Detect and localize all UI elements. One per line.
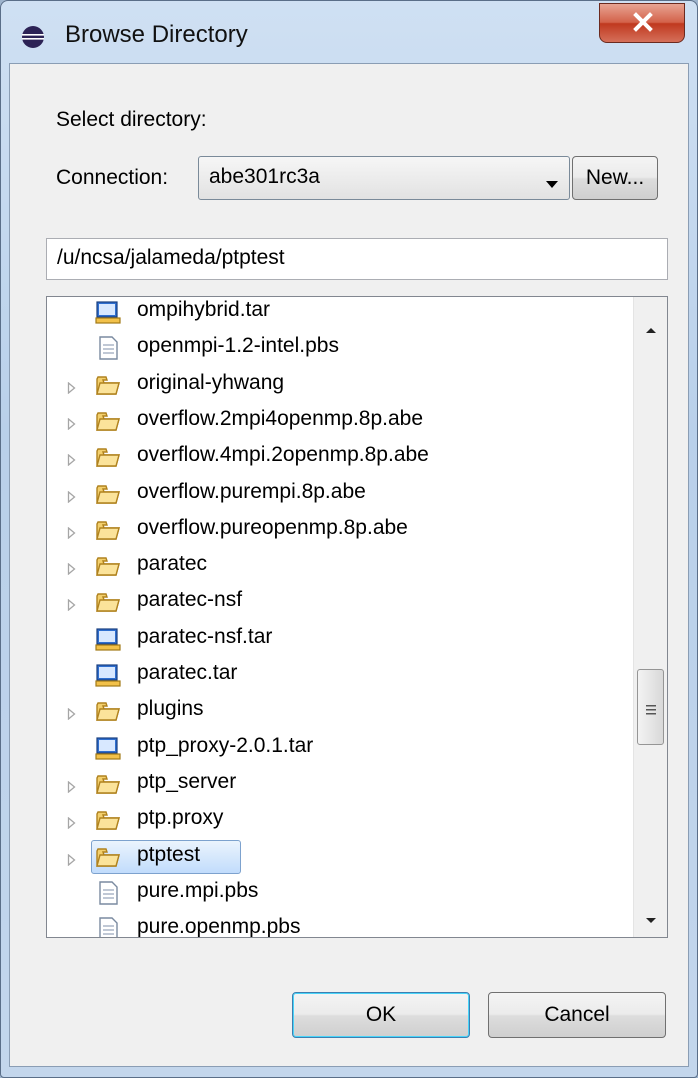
expand-arrow-icon[interactable] — [67, 596, 76, 615]
scroll-down-icon[interactable] — [645, 909, 657, 928]
tree-item-label: paratec-nsf.tar — [137, 624, 273, 648]
scrollbar-thumb[interactable] — [637, 669, 664, 745]
expand-arrow-icon[interactable] — [67, 851, 76, 870]
new-connection-button[interactable]: New... — [572, 156, 658, 200]
connection-label: Connection: — [56, 166, 169, 189]
tree-row[interactable]: original-yhwang — [47, 368, 633, 402]
tree-item-label: ptp_server — [137, 769, 237, 793]
tree-row[interactable]: ptp_server — [47, 767, 633, 801]
cancel-button[interactable]: Cancel — [488, 992, 666, 1038]
chevron-down-icon — [545, 174, 559, 193]
directory-tree[interactable]: ompihybrid.tar openmpi-1.2-intel.pbs origi… — [46, 296, 668, 938]
vertical-scrollbar[interactable] — [633, 297, 667, 937]
file-icon — [95, 335, 121, 361]
tree-item-label: paratec — [137, 552, 208, 576]
folder-icon — [95, 807, 121, 833]
eclipse-icon — [21, 25, 45, 49]
connection-select[interactable]: abe301rc3a — [198, 156, 570, 200]
tree-item-label: plugins — [137, 697, 204, 721]
title-bar[interactable]: Browse Directory — [1, 1, 697, 63]
folder-icon — [95, 444, 121, 470]
tree-item-label: original-yhwang — [137, 370, 285, 394]
scroll-up-icon[interactable] — [645, 319, 657, 338]
folder-icon — [95, 408, 121, 434]
folder-icon — [95, 771, 121, 797]
browse-directory-window: Browse Directory Select directory: Conne… — [0, 0, 698, 1078]
tree-item-label: pure.openmp.pbs — [137, 915, 301, 937]
folder-icon — [95, 481, 121, 507]
archive-icon — [95, 662, 121, 688]
expand-arrow-icon[interactable] — [67, 415, 76, 434]
archive-icon — [95, 735, 121, 761]
file-icon — [95, 880, 121, 906]
tree-row[interactable]: ptp.proxy — [47, 803, 633, 837]
tree-item-label: ptp.proxy — [137, 806, 224, 830]
ok-button[interactable]: OK — [292, 992, 470, 1038]
tree-item-label: overflow.pureopenmp.8p.abe — [137, 515, 408, 539]
tree-item-label: paratec-nsf — [137, 588, 243, 612]
folder-icon — [95, 517, 121, 543]
tree-row[interactable]: pure.openmp.pbs — [47, 912, 633, 937]
folder-icon — [95, 372, 121, 398]
archive-icon — [95, 626, 121, 652]
directory-tree-list: ompihybrid.tar openmpi-1.2-intel.pbs origi… — [47, 297, 633, 937]
tree-item-label: pure.mpi.pbs — [137, 878, 259, 902]
expand-arrow-icon[interactable] — [67, 451, 76, 470]
expand-arrow-icon[interactable] — [67, 524, 76, 543]
expand-arrow-icon[interactable] — [67, 778, 76, 797]
expand-arrow-icon[interactable] — [67, 488, 76, 507]
tree-row[interactable]: ptp_proxy-2.0.1.tar — [47, 731, 633, 765]
tree-item-label: overflow.2mpi4openmp.8p.abe — [137, 406, 424, 430]
tree-item-label: ompihybrid.tar — [137, 298, 271, 321]
expand-arrow-icon[interactable] — [67, 705, 76, 724]
tree-item-label: ptptest — [137, 842, 201, 866]
window-title: Browse Directory — [65, 21, 248, 48]
tree-row[interactable]: pure.mpi.pbs — [47, 876, 633, 910]
tree-row[interactable]: paratec.tar — [47, 658, 633, 692]
folder-icon — [95, 553, 121, 579]
tree-item-label: paratec.tar — [137, 661, 238, 684]
tree-row[interactable]: paratec-nsf — [47, 585, 633, 619]
tree-item-label: openmpi-1.2-intel.pbs — [137, 334, 339, 358]
grip-icon — [646, 701, 656, 720]
tree-row[interactable]: overflow.purempi.8p.abe — [47, 477, 633, 511]
folder-icon — [95, 698, 121, 724]
tree-row[interactable]: paratec-nsf.tar — [47, 622, 633, 656]
tree-row[interactable]: plugins — [47, 694, 633, 728]
tree-row[interactable]: overflow.2mpi4openmp.8p.abe — [47, 404, 633, 438]
tree-row[interactable]: overflow.4mpi.2openmp.8p.abe — [47, 440, 633, 474]
expand-arrow-icon[interactable] — [67, 814, 76, 833]
tree-item-label: overflow.4mpi.2openmp.8p.abe — [137, 443, 429, 467]
tree-row[interactable]: paratec — [47, 549, 633, 583]
select-directory-label: Select directory: — [56, 108, 207, 131]
folder-icon — [95, 844, 121, 870]
archive-icon — [95, 299, 121, 325]
directory-path-input[interactable]: /u/ncsa/jalameda/ptptest — [46, 238, 668, 280]
connection-value: abe301rc3a — [209, 165, 320, 188]
folder-icon — [95, 589, 121, 615]
tree-row[interactable]: openmpi-1.2-intel.pbs — [47, 331, 633, 365]
tree-row[interactable]: overflow.pureopenmp.8p.abe — [47, 513, 633, 547]
tree-row[interactable]: ompihybrid.tar — [47, 297, 633, 329]
tree-row[interactable]: ptptest — [47, 839, 633, 874]
expand-arrow-icon[interactable] — [67, 379, 76, 398]
file-icon — [95, 916, 121, 937]
tree-item-label: ptp_proxy-2.0.1.tar — [137, 733, 314, 757]
dialog-body: Select directory: Connection: abe301rc3a… — [9, 63, 689, 1067]
close-button[interactable] — [599, 3, 685, 43]
tree-item-label: overflow.purempi.8p.abe — [137, 479, 366, 503]
expand-arrow-icon[interactable] — [67, 560, 76, 579]
